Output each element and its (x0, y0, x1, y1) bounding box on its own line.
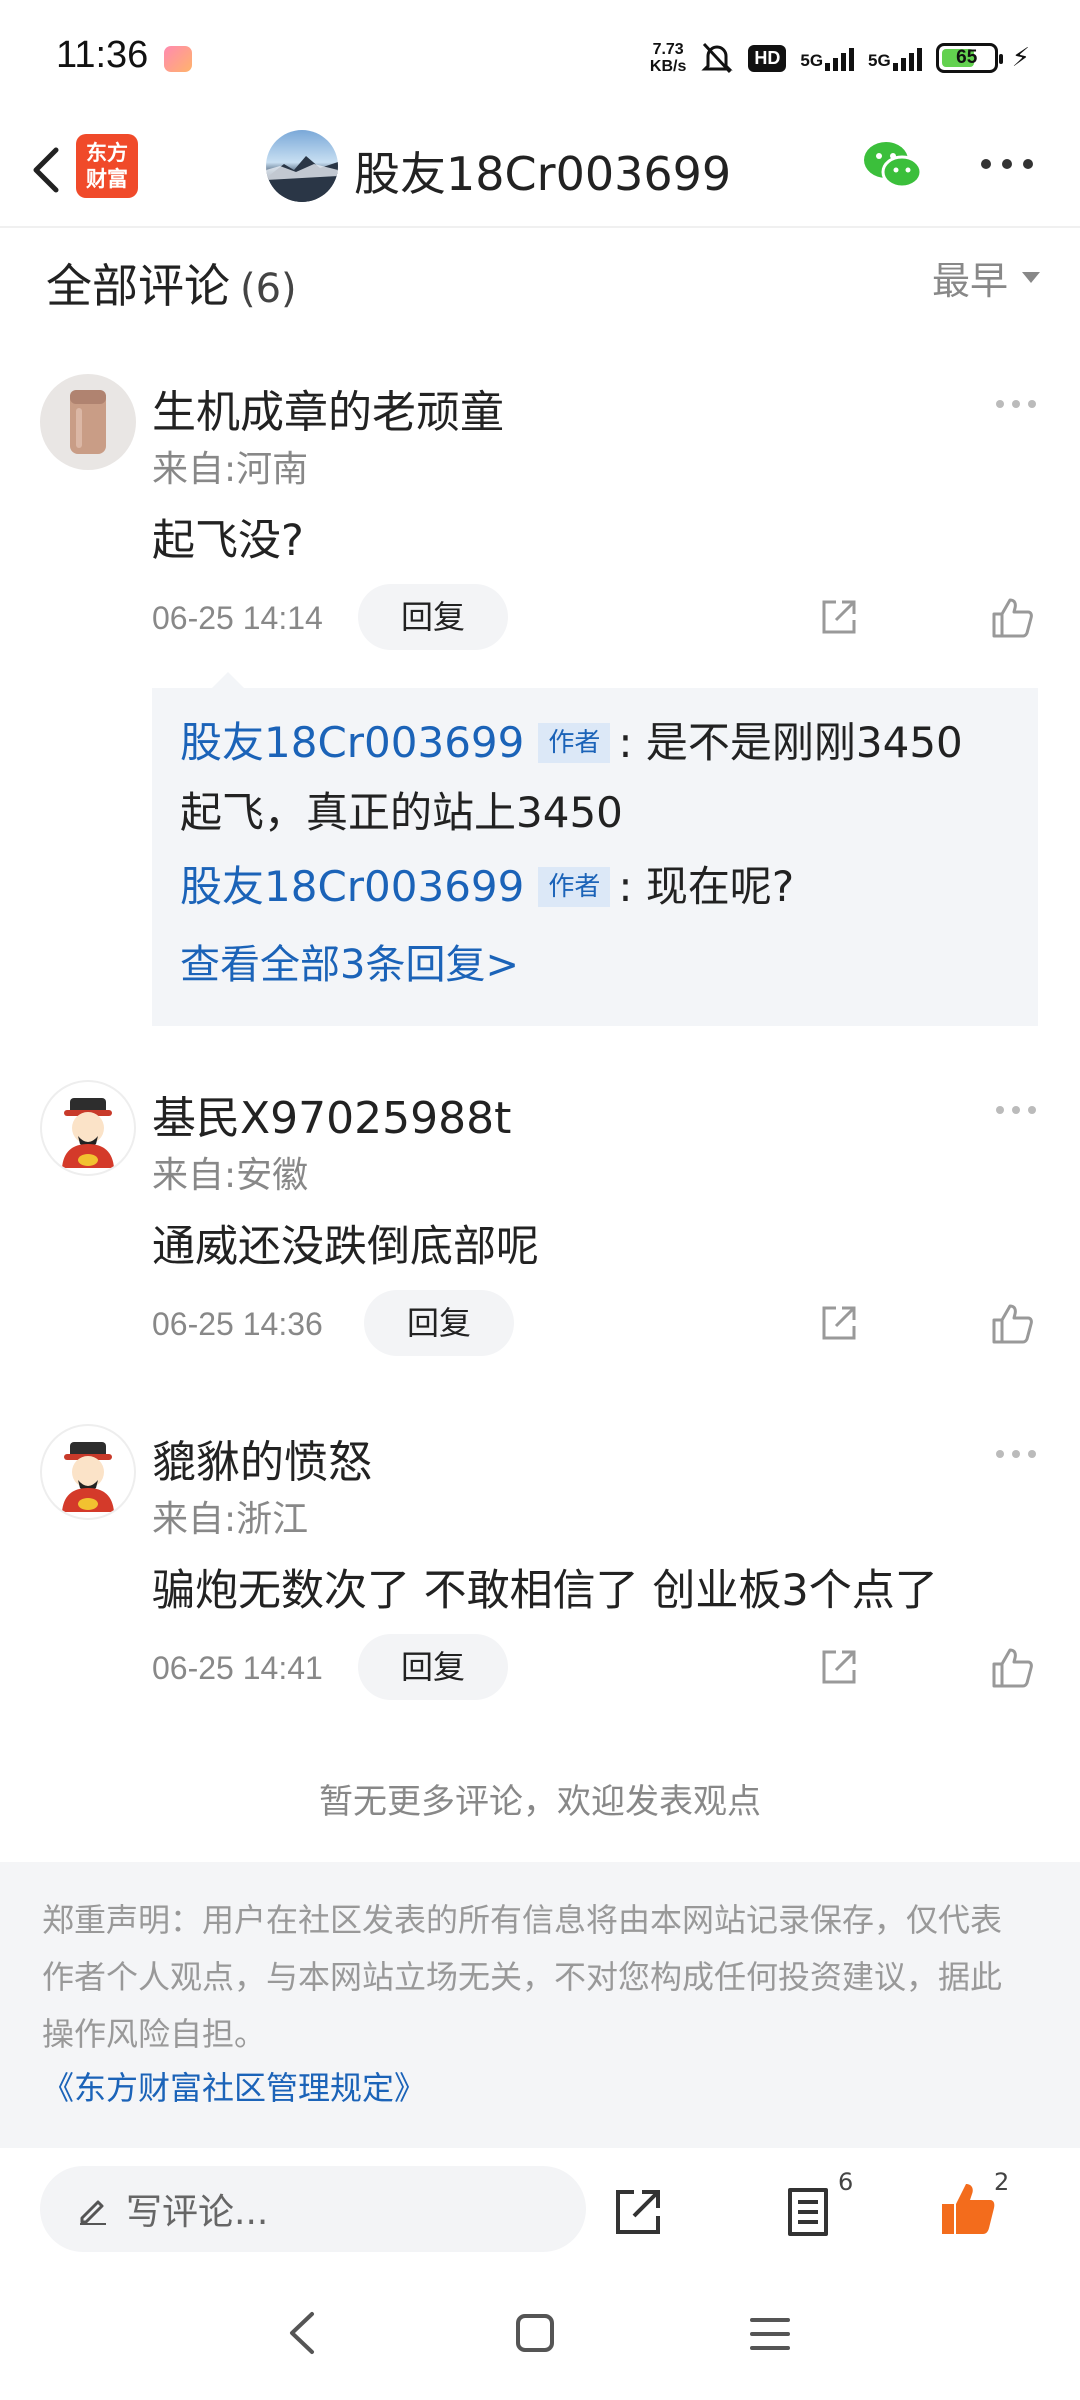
battery-level: 65 (956, 47, 978, 68)
signal-bars-icon (825, 45, 855, 71)
comments-count-badge: 6 (838, 2168, 854, 2196)
thumbs-up-icon[interactable] (990, 1646, 1034, 1690)
view-all-replies-link[interactable]: 查看全部3条回复> (180, 932, 519, 990)
top-nav: 东方 财富 股友18Cr003699 (0, 110, 1080, 228)
signal-2-label: 5G (868, 51, 891, 70)
share-icon[interactable] (818, 1646, 860, 1688)
commenter-location: 来自:河南 (152, 449, 309, 490)
bottom-action-bar: 写评论... 6 2 (0, 2148, 1080, 2268)
author-tag: 作者 (538, 867, 611, 907)
comment-text: 骗炮无数次了 不敢相信了 创业板3个点了 (152, 1566, 938, 1616)
back-arrow-icon[interactable] (18, 134, 82, 204)
mountain-image (266, 156, 338, 202)
caret-down-icon (1022, 272, 1040, 283)
community-rules-link[interactable]: 《东方财富社区管理规定》 (42, 2063, 1040, 2113)
disclaimer-line: 操作风险自担。 (42, 2015, 267, 2053)
sort-label: 最早 (931, 259, 1008, 303)
comment-text: 起飞没? (152, 516, 304, 566)
reply-text: : 是不是刚刚3450 (618, 718, 963, 767)
battery-icon: 65 (935, 43, 1003, 73)
likes-count-badge: 2 (994, 2168, 1010, 2196)
thumbs-up-icon[interactable] (990, 1302, 1034, 1346)
nav-menu-icon[interactable] (748, 2314, 792, 2354)
comment-time: 06-25 14:36 (152, 1306, 323, 1342)
thumbs-up-icon[interactable] (990, 596, 1034, 640)
share-icon[interactable] (818, 596, 860, 638)
comment-input[interactable]: 写评论... (40, 2166, 586, 2252)
comments-count: (6) (240, 266, 297, 312)
wechat-share-icon[interactable] (862, 138, 924, 192)
status-time: 11:36 (56, 34, 149, 76)
comment-time: 06-25 14:14 (152, 600, 323, 636)
commenter-avatar[interactable] (40, 374, 136, 470)
logo-line-1: 东方 (86, 141, 128, 165)
reply-username[interactable]: 股友18Cr003699 (180, 718, 524, 767)
commenter-name[interactable]: 貔貅的愤怒 (152, 1426, 372, 1490)
disclaimer-line: 郑重声明：用户在社区发表的所有信息将由本网站记录保存，仅代表 (42, 1901, 1003, 1939)
eastmoney-logo[interactable]: 东方 财富 (76, 134, 138, 198)
reply-item: 股友18Cr003699 作者: 是不是刚刚3450 起飞，真正的站上3450 (180, 708, 1010, 848)
author-tag: 作者 (538, 723, 611, 763)
commenter-location: 来自:浙江 (152, 1499, 309, 1540)
comment-time: 06-25 14:41 (152, 1650, 323, 1686)
no-more-comments-text: 暂无更多评论，欢迎发表观点 (319, 1782, 761, 1822)
thumbs-up-filled-icon[interactable] (938, 2180, 998, 2240)
commenter-avatar[interactable] (40, 1424, 136, 1520)
share-icon[interactable] (610, 2184, 666, 2240)
author-avatar[interactable] (266, 130, 338, 202)
pencil-icon (80, 2200, 106, 2225)
god-of-wealth-icon (62, 1442, 114, 1512)
reply-item: 股友18Cr003699 作者: 现在呢? (180, 852, 1010, 922)
status-bar: 11:36 7.73 KB/s HD 5G 5G 65 ⚡ (0, 0, 1080, 110)
tumbler-image (70, 390, 106, 454)
system-nav-bar (0, 2268, 1080, 2400)
disclaimer-section: 郑重声明：用户在社区发表的所有信息将由本网站记录保存，仅代表 作者个人观点，与本… (0, 1862, 1080, 2148)
commenter-location: 来自:安徽 (152, 1155, 309, 1196)
signal-1: 5G (800, 45, 855, 71)
logo-line-2: 财富 (86, 167, 128, 191)
mute-bell-icon (701, 42, 733, 74)
comments-heading: 全部评论 (6) (46, 250, 297, 316)
sort-dropdown[interactable]: 最早 (932, 250, 1040, 305)
comments-list-icon[interactable] (780, 2184, 836, 2240)
comment-more-icon[interactable] (994, 398, 1038, 410)
comment-more-icon[interactable] (994, 1448, 1038, 1460)
network-speed: 7.73 KB/s (650, 41, 686, 75)
commenter-name[interactable]: 生机成章的老顽童 (152, 376, 504, 440)
reply-text: : 现在呢? (618, 862, 795, 911)
signal-2: 5G (868, 45, 922, 71)
comment-input-placeholder: 写评论... (126, 2192, 269, 2233)
reply-button[interactable]: 回复 (358, 584, 508, 650)
more-options-icon[interactable] (978, 154, 1036, 174)
reply-button[interactable]: 回复 (358, 1634, 508, 1700)
commenter-name[interactable]: 基民X97025988t (152, 1082, 511, 1146)
reply-button[interactable]: 回复 (364, 1290, 514, 1356)
status-icons: 7.73 KB/s HD 5G 5G 65 ⚡ (650, 36, 1030, 80)
comment-more-icon[interactable] (994, 1104, 1038, 1116)
page-title: 股友18Cr003699 (354, 147, 732, 201)
reply-text-continued: 起飞，真正的站上3450 (180, 788, 623, 837)
reply-thread: 股友18Cr003699 作者: 是不是刚刚3450 起飞，真正的站上3450 股… (152, 672, 1038, 1026)
network-speed-value: 7.73 (652, 41, 684, 58)
nav-home-icon[interactable] (514, 2312, 556, 2354)
hd-badge: HD (748, 44, 787, 72)
nav-back-icon[interactable] (282, 2308, 322, 2358)
reply-username[interactable]: 股友18Cr003699 (180, 862, 524, 911)
app-notification-icon (164, 46, 192, 72)
charging-icon: ⚡ (1011, 43, 1030, 73)
god-of-wealth-icon (62, 1098, 114, 1168)
signal-1-label: 5G (800, 51, 824, 70)
disclaimer-line: 作者个人观点，与本网站立场无关，不对您构成任何投资建议，据此 (42, 1958, 1003, 1996)
comment-text: 通威还没跌倒底部呢 (152, 1222, 539, 1272)
share-icon[interactable] (818, 1302, 860, 1344)
network-speed-unit: KB/s (649, 58, 687, 75)
comments-heading-label: 全部评论 (46, 259, 230, 313)
commenter-avatar[interactable] (40, 1080, 136, 1176)
signal-bars-icon (892, 45, 922, 71)
